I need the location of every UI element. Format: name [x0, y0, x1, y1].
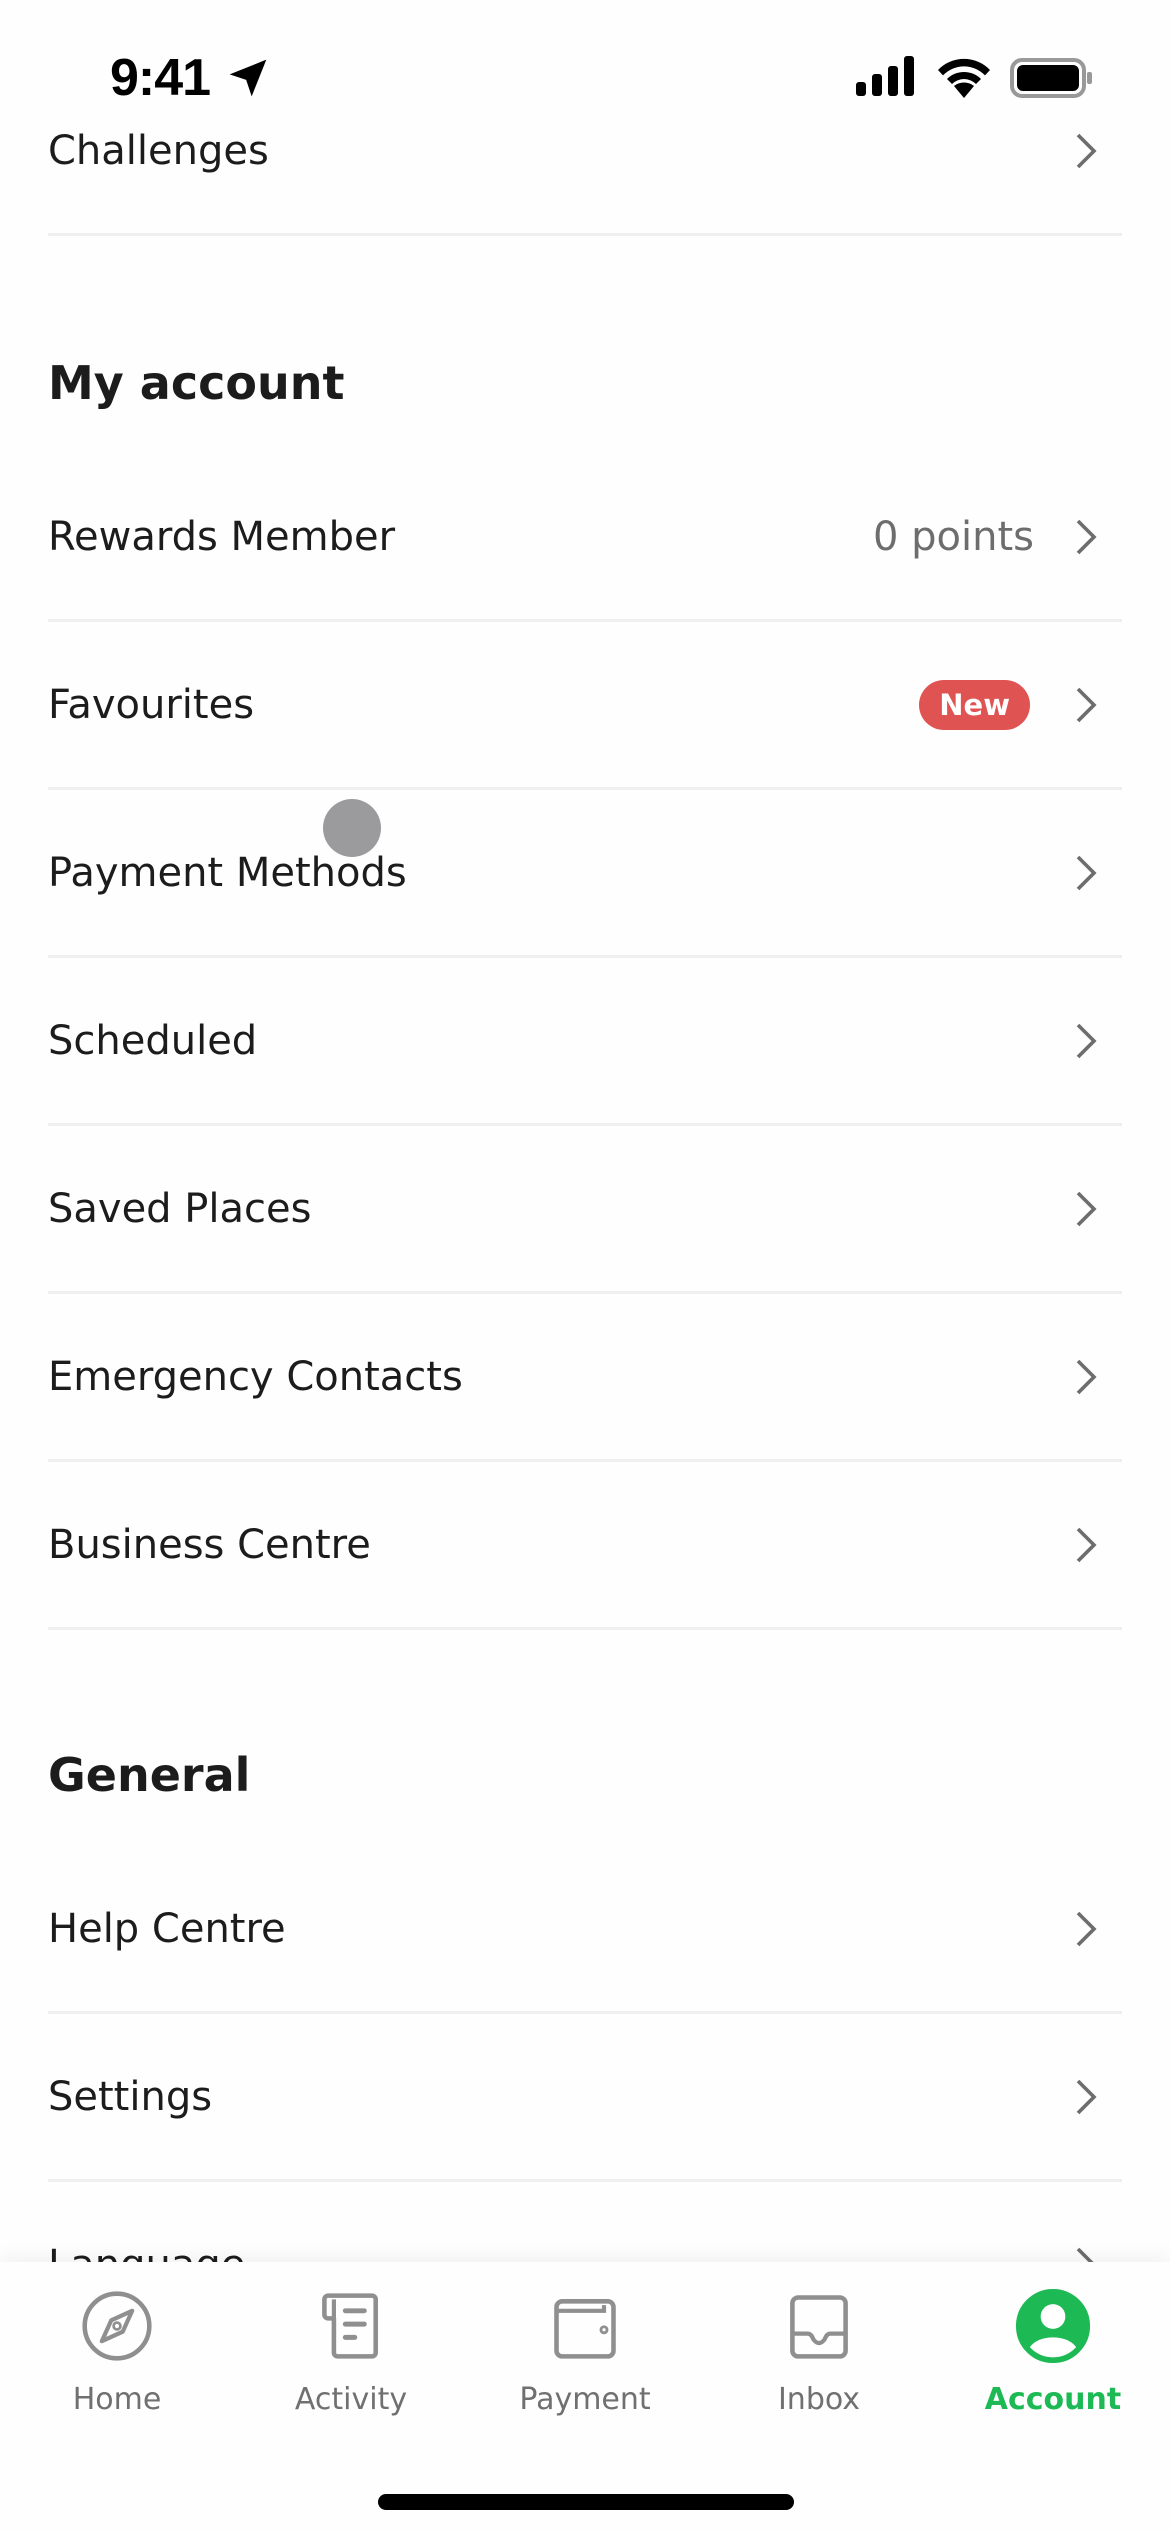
chevron-right-icon: [1076, 1191, 1097, 1226]
receipt-icon: [322, 2293, 378, 2359]
tab-label: Home: [72, 2382, 162, 2417]
row-label: Emergency Contacts: [48, 1353, 463, 1400]
section-title-general: General: [48, 1748, 251, 1802]
list-item-payment-methods[interactable]: Payment Methods: [48, 790, 1122, 958]
status-bar: 9:41: [0, 0, 1170, 130]
home-indicator[interactable]: [378, 2494, 794, 2510]
tab-label: Activity: [294, 2382, 408, 2417]
account-icon: [1015, 2288, 1091, 2364]
tab-inbox[interactable]: Inbox: [702, 2288, 936, 2417]
list-item-scheduled[interactable]: Scheduled: [48, 958, 1122, 1126]
row-label: Rewards Member: [48, 513, 396, 560]
new-badge: New: [919, 679, 1030, 730]
list-item-favourites[interactable]: Favourites New: [48, 622, 1122, 790]
list-item-business-centre[interactable]: Business Centre: [48, 1462, 1122, 1630]
status-time: 9:41: [110, 49, 211, 107]
chevron-right-icon: [1076, 519, 1097, 554]
points-value: 0 points: [872, 513, 1034, 560]
inbox-icon: [790, 2295, 848, 2359]
list-item-help-centre[interactable]: Help Centre: [48, 1846, 1122, 2014]
tab-activity[interactable]: Activity: [234, 2288, 468, 2417]
tab-account[interactable]: Account: [936, 2288, 1170, 2417]
chevron-right-icon: [1076, 2079, 1097, 2114]
row-label: Scheduled: [48, 1017, 258, 1064]
row-label: Challenges: [48, 127, 269, 174]
chevron-right-icon: [1076, 1023, 1097, 1058]
chevron-right-icon: [1076, 687, 1097, 722]
tab-label: Payment: [519, 2382, 651, 2417]
wifi-icon: [938, 58, 990, 98]
list-item-saved-places[interactable]: Saved Places: [48, 1126, 1122, 1294]
list-item-rewards-member[interactable]: Rewards Member 0 points: [48, 454, 1122, 622]
row-label: Payment Methods: [48, 849, 407, 896]
row-label: Help Centre: [48, 1905, 286, 1952]
tab-label: Inbox: [777, 2382, 861, 2417]
row-label: Favourites: [48, 681, 255, 728]
tab-payment[interactable]: Payment: [468, 2288, 702, 2417]
tab-label: Account: [984, 2382, 1122, 2417]
battery-icon: [1010, 58, 1092, 98]
chevron-right-icon: [1076, 1359, 1097, 1394]
list-item-settings[interactable]: Settings: [48, 2014, 1122, 2182]
touch-indicator: [323, 799, 381, 857]
list-item-emergency-contacts[interactable]: Emergency Contacts: [48, 1294, 1122, 1462]
tab-bar: Home Activity Payment Inbox Account: [0, 2262, 1170, 2532]
row-label: Settings: [48, 2073, 213, 2120]
chevron-right-icon: [1076, 855, 1097, 890]
row-label: Saved Places: [48, 1185, 312, 1232]
chevron-right-icon: [1076, 133, 1097, 168]
chevron-right-icon: [1076, 1911, 1097, 1946]
compass-icon: [82, 2291, 152, 2361]
tab-home[interactable]: Home: [0, 2288, 234, 2417]
wallet-icon: [554, 2299, 616, 2359]
section-title-my-account: My account: [48, 356, 345, 410]
cellular-signal-icon: [856, 56, 914, 96]
row-label: Business Centre: [48, 1521, 371, 1568]
location-arrow-icon: [229, 59, 267, 97]
chevron-right-icon: [1076, 1527, 1097, 1562]
